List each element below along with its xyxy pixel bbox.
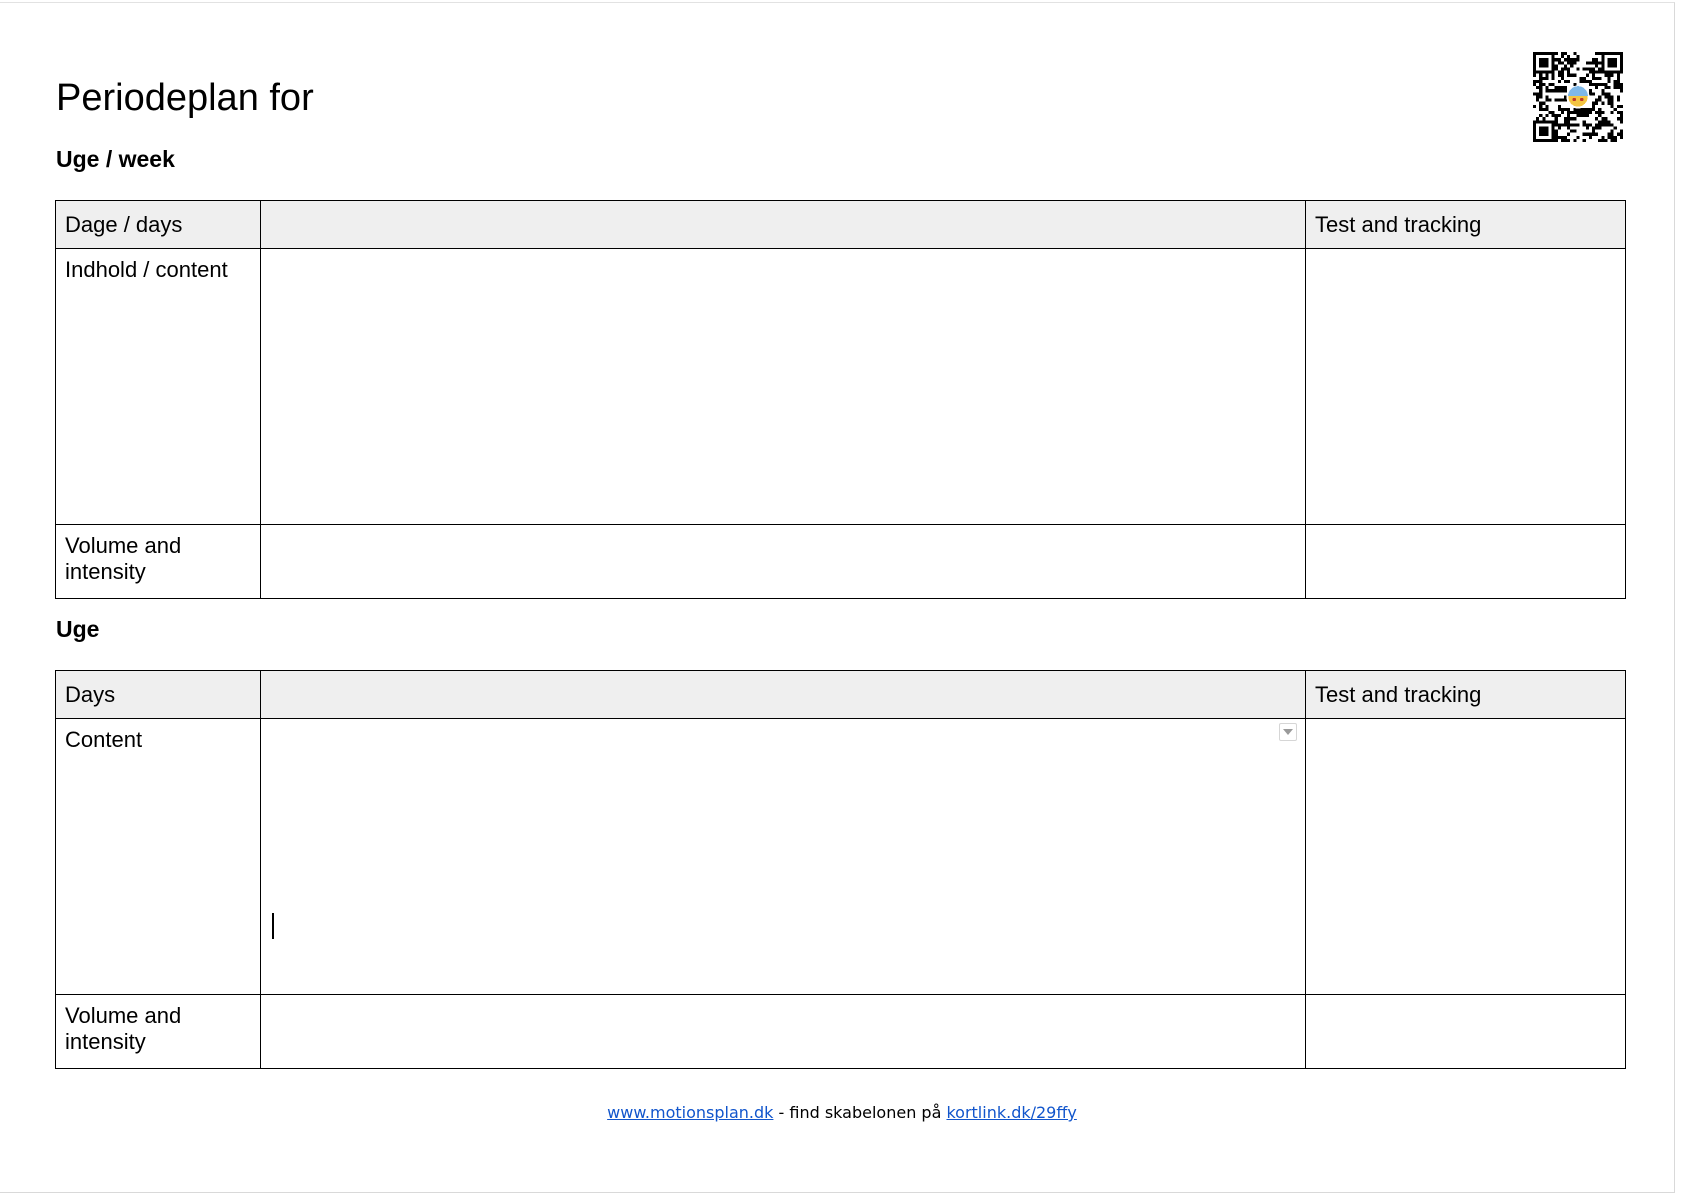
document-page: Periodeplan for Uge / week Dage / days T… [0, 2, 1675, 1193]
site-link[interactable]: www.motionsplan.dk [607, 1103, 773, 1122]
section-heading-week-2: Uge [56, 616, 100, 642]
volume-label-cell[interactable]: Volume and intensity [55, 994, 261, 1069]
volume-label-cell[interactable]: Volume and intensity [55, 524, 261, 599]
test-tracking-header-cell[interactable]: Test and tracking [1305, 200, 1626, 249]
footer-text: - find skabelonen på [773, 1103, 947, 1122]
table-header-row: Days Test and tracking [55, 670, 1626, 719]
days-value-cell[interactable] [260, 670, 1306, 719]
days-header-cell[interactable]: Days [55, 670, 261, 719]
text-cursor [272, 913, 274, 939]
content-label-cell[interactable]: Indhold / content [55, 248, 261, 525]
content-row: Indhold / content [55, 248, 1626, 525]
content-label-cell[interactable]: Content [55, 718, 261, 995]
cell-dropdown-chevron-icon[interactable] [1279, 723, 1297, 741]
test-tracking-header-cell[interactable]: Test and tracking [1305, 670, 1626, 719]
content-cell-active[interactable] [260, 718, 1306, 995]
week-plan-table-1: Dage / days Test and tracking Indhold / … [55, 200, 1626, 599]
content-row: Content [55, 718, 1626, 995]
test-tracking-volume-cell[interactable] [1305, 994, 1626, 1069]
days-value-cell[interactable] [260, 200, 1306, 249]
table-header-row: Dage / days Test and tracking [55, 200, 1626, 249]
volume-cell[interactable] [260, 994, 1306, 1069]
volume-cell[interactable] [260, 524, 1306, 599]
week-plan-table-2: Days Test and tracking Content Volume an… [55, 670, 1626, 1069]
test-tracking-content-cell[interactable] [1305, 248, 1626, 525]
content-cell[interactable] [260, 248, 1306, 525]
volume-row: Volume and intensity [55, 524, 1626, 599]
days-header-cell[interactable]: Dage / days [55, 200, 261, 249]
section-heading-week-1: Uge / week [56, 146, 175, 172]
template-link[interactable]: kortlink.dk/29ffy [946, 1103, 1076, 1122]
volume-row: Volume and intensity [55, 994, 1626, 1069]
page-title: Periodeplan for [56, 77, 314, 119]
footer: www.motionsplan.dk - find skabelonen på … [0, 1103, 1684, 1122]
test-tracking-volume-cell[interactable] [1305, 524, 1626, 599]
test-tracking-content-cell[interactable] [1305, 718, 1626, 995]
qr-code-icon [1533, 52, 1623, 142]
